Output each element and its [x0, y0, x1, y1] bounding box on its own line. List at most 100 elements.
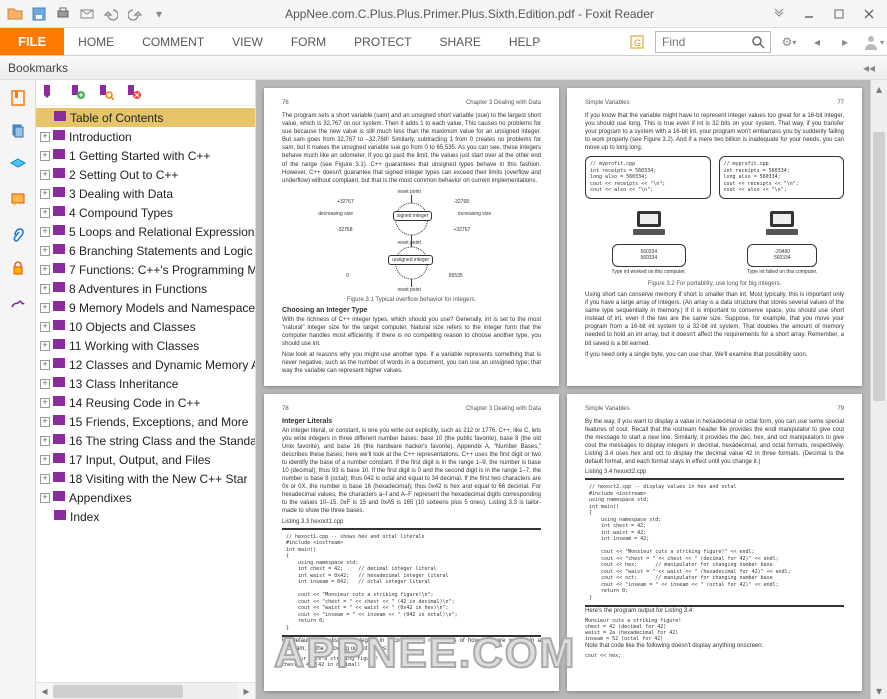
redo-icon[interactable] [124, 3, 146, 25]
expand-icon[interactable]: + [40, 493, 50, 503]
expand-icon[interactable]: + [40, 322, 50, 332]
minimize-icon[interactable] [795, 4, 823, 24]
bookmark-item[interactable]: +15 Friends, Exceptions, and More [36, 412, 255, 431]
signatures-panel-tab-icon[interactable] [6, 290, 30, 314]
scroll-right-icon[interactable]: ▸ [238, 683, 255, 699]
bookmark-label: Table of Contents [70, 111, 163, 125]
bookmark-item[interactable]: +18 Visiting with the New C++ Star [36, 469, 255, 488]
gear-icon[interactable]: ⚙▾ [775, 28, 803, 56]
body-text: If you need only a single byte, you can … [585, 351, 844, 359]
body-text: If you know that the variable might have… [585, 112, 844, 152]
security-panel-tab-icon[interactable] [6, 256, 30, 280]
bm-new-icon[interactable] [70, 84, 88, 102]
bookmark-label: 17 Input, Output, and Files [69, 453, 210, 467]
expand-icon[interactable]: + [40, 303, 50, 313]
bookmark-item[interactable]: +10 Objects and Classes [36, 317, 255, 336]
bookmark-item[interactable]: +16 The string Class and the Standa [36, 431, 255, 450]
qat-dropdown-icon[interactable]: ▾ [148, 3, 170, 25]
bookmark-item[interactable]: +12 Classes and Dynamic Memory Al [36, 355, 255, 374]
bookmark-item[interactable]: +17 Input, Output, and Files [36, 450, 255, 469]
bookmark-item[interactable]: +2 Setting Out to C++ [36, 165, 255, 184]
expand-icon[interactable]: + [40, 436, 50, 446]
scroll-left-icon[interactable]: ◂ [36, 683, 53, 699]
expand-icon[interactable]: + [40, 170, 50, 180]
bookmark-item[interactable]: +8 Adventures in Functions [36, 279, 255, 298]
vscroll-thumb[interactable] [873, 132, 885, 401]
expand-icon[interactable]: + [40, 284, 50, 294]
bookmark-item[interactable]: +3 Dealing with Data [36, 184, 255, 203]
figure-3-2-diagram: 560334560334 Type int worked on this com… [585, 205, 844, 275]
bm-search-icon[interactable] [98, 84, 116, 102]
expand-icon[interactable]: + [40, 227, 50, 237]
prev-icon[interactable]: ◂ [803, 28, 831, 56]
expand-icon[interactable]: + [40, 398, 50, 408]
tab-comment[interactable]: COMMENT [128, 28, 218, 55]
tab-view[interactable]: VIEW [218, 28, 277, 55]
expand-icon[interactable]: + [40, 379, 50, 389]
tab-form[interactable]: FORM [277, 28, 340, 55]
bookmark-item[interactable]: +11 Working with Classes [36, 336, 255, 355]
panel-collapse-icon[interactable]: ◂◂ [859, 61, 879, 75]
page-79: Simple Variables79 By the way, if you wa… [567, 394, 862, 692]
layers-panel-tab-icon[interactable] [6, 154, 30, 178]
pages-panel-tab-icon[interactable] [6, 120, 30, 144]
output-value: 560334 [640, 255, 657, 261]
scroll-up-icon[interactable]: ▴ [871, 80, 887, 97]
bm-delete-icon[interactable] [126, 84, 144, 102]
search-icon[interactable] [746, 32, 770, 52]
expand-icon[interactable]: + [40, 246, 50, 256]
bookmark-item[interactable]: +7 Functions: C++'s Programming M [36, 260, 255, 279]
hscroll-thumb[interactable] [53, 685, 183, 698]
tab-home[interactable]: HOME [64, 28, 128, 55]
comments-panel-tab-icon[interactable] [6, 188, 30, 212]
ribbon-min-icon[interactable] [765, 4, 793, 24]
tab-help[interactable]: HELP [495, 28, 554, 55]
save-icon[interactable] [28, 3, 50, 25]
bookmarks-panel: Table of Contents +Introduction+1 Getting… [36, 80, 256, 699]
bookmark-item[interactable]: +14 Reusing Code in C++ [36, 393, 255, 412]
expand-icon[interactable]: + [40, 360, 50, 370]
expand-icon[interactable]: + [40, 151, 50, 161]
expand-icon[interactable]: + [40, 455, 50, 465]
tab-file[interactable]: FILE [0, 28, 64, 55]
viewer-vscrollbar[interactable]: ▴ ▾ [870, 80, 887, 699]
email-icon[interactable] [76, 3, 98, 25]
scroll-down-icon[interactable]: ▾ [871, 682, 887, 699]
bookmark-item[interactable]: Table of Contents [36, 108, 255, 127]
tab-protect[interactable]: PROTECT [340, 28, 425, 55]
expand-icon[interactable]: + [40, 341, 50, 351]
bookmark-item[interactable]: +6 Branching Statements and Logic [36, 241, 255, 260]
expand-icon[interactable]: + [40, 417, 50, 427]
bookmark-label: 13 Class Inheritance [69, 377, 178, 391]
undo-icon[interactable] [100, 3, 122, 25]
bookmarks-hscrollbar[interactable]: ◂ ▸ [36, 682, 255, 699]
bookmark-icon [53, 225, 65, 239]
bookmark-item[interactable]: +5 Loops and Relational Expressions [36, 222, 255, 241]
find-input[interactable] [656, 35, 746, 49]
expand-icon[interactable]: + [40, 189, 50, 199]
user-icon[interactable]: ▾ [859, 28, 887, 56]
open-icon[interactable] [4, 3, 26, 25]
tab-share[interactable]: SHARE [426, 28, 495, 55]
bookmark-item[interactable]: +9 Memory Models and Namespaces [36, 298, 255, 317]
find-box[interactable] [655, 31, 771, 53]
extras-icon[interactable]: G [623, 28, 651, 56]
attachments-panel-tab-icon[interactable] [6, 222, 30, 246]
expand-icon[interactable]: + [40, 474, 50, 484]
bookmark-item[interactable]: +13 Class Inheritance [36, 374, 255, 393]
bookmark-item[interactable]: +4 Compound Types [36, 203, 255, 222]
expand-icon[interactable]: + [40, 265, 50, 275]
bookmark-item[interactable]: +1 Getting Started with C++ [36, 146, 255, 165]
print-icon[interactable] [52, 3, 74, 25]
bookmark-item[interactable]: Index [36, 507, 255, 526]
expand-icon[interactable]: + [40, 208, 50, 218]
bm-expand-icon[interactable] [42, 84, 60, 102]
bookmark-item[interactable]: +Appendixes [36, 488, 255, 507]
expand-icon[interactable]: + [40, 132, 50, 142]
bookmarks-panel-tab-icon[interactable] [6, 86, 30, 110]
next-icon[interactable]: ▸ [831, 28, 859, 56]
maximize-icon[interactable] [825, 4, 853, 24]
bookmark-icon [53, 149, 65, 163]
bookmark-item[interactable]: +Introduction [36, 127, 255, 146]
close-icon[interactable] [855, 4, 883, 24]
